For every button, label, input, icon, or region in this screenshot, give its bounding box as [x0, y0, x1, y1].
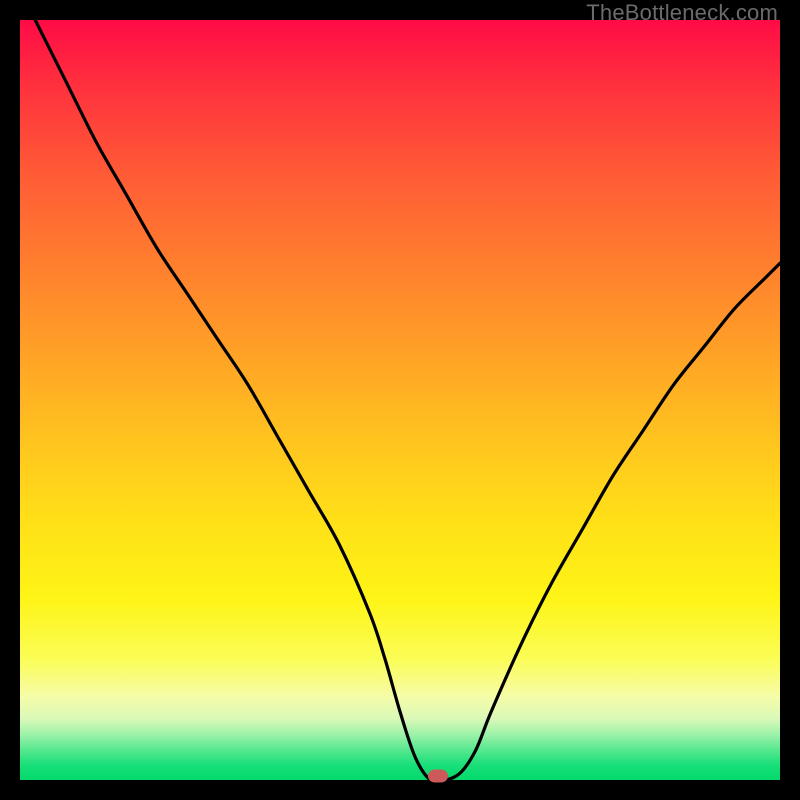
bottleneck-curve [20, 20, 780, 780]
chart-frame: TheBottleneck.com [0, 0, 800, 800]
chart-plot-area [20, 20, 780, 780]
attribution-label: TheBottleneck.com [586, 0, 778, 26]
optimal-point-marker [428, 770, 448, 783]
